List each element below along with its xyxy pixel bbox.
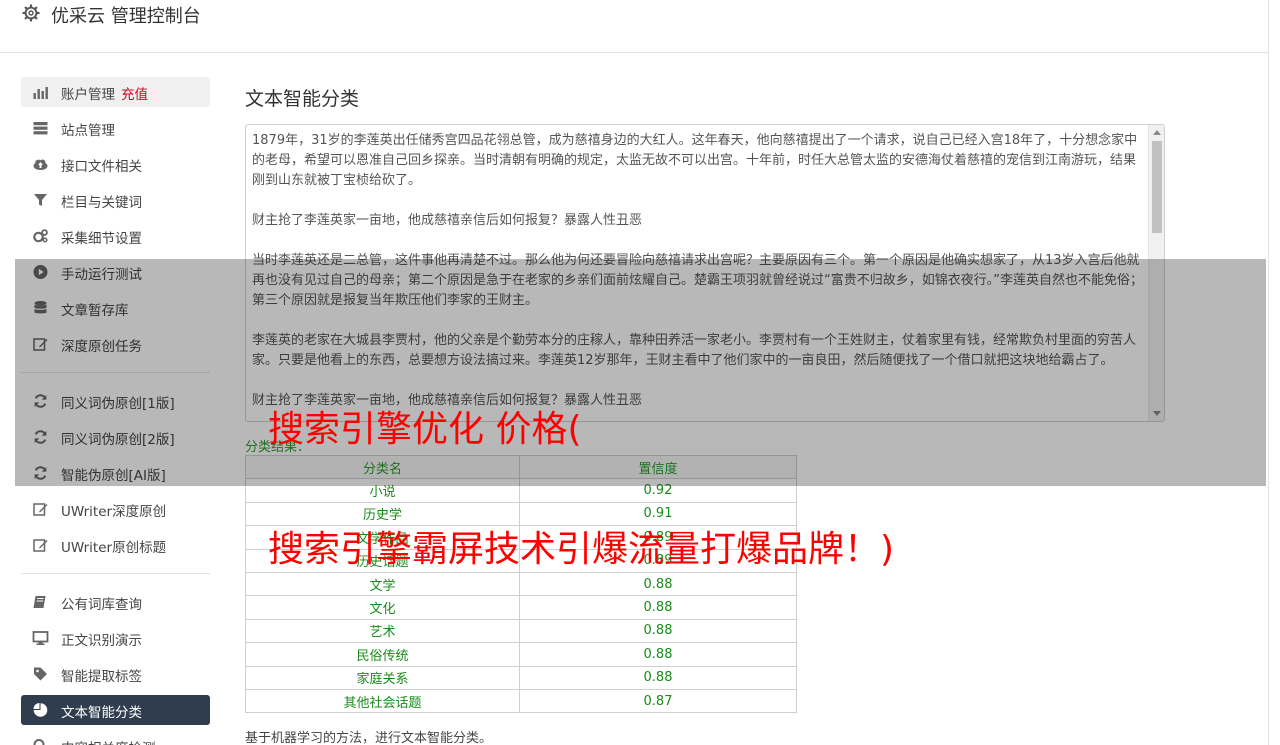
sidebar-item-label: 栏目与关键词 (61, 195, 142, 211)
tag-icon (34, 667, 47, 681)
confidence-cell: 0.88 (519, 595, 797, 620)
method-note: 基于机器学习的方法，进行文本智能分类。 (245, 731, 493, 745)
table-row: 家庭关系 0.88 (245, 665, 797, 690)
edit-icon (33, 503, 48, 516)
category-cell: 其他社会话题 (245, 688, 520, 714)
filter-icon (34, 194, 47, 206)
confidence-cell: 0.88 (519, 665, 797, 690)
page-title: 文本智能分类 (245, 88, 360, 110)
table-row: 艺术 0.88 (245, 618, 797, 644)
table-row: 民俗传统 0.88 (245, 642, 797, 667)
watermark-overlay (15, 259, 1266, 486)
sidebar-item-label: 采集细节设置 (61, 231, 142, 247)
category-cell: 民俗传统 (245, 642, 520, 667)
sidebar-item-text-classify[interactable]: 文本智能分类 (21, 695, 210, 725)
sidebar-item-uwriter-title[interactable]: UWriter原创标题 (21, 530, 210, 560)
sidebar-item-label: 正文识别演示 (61, 633, 142, 649)
server-icon (33, 122, 48, 135)
sidebar-item-account[interactable]: 账户管理 充值 (21, 77, 210, 107)
sidebar-item-tag-extract[interactable]: 智能提取标签 (21, 659, 210, 689)
sidebar-item-label: UWriter深度原创 (61, 504, 167, 520)
monitor-icon (32, 631, 49, 645)
article-paragraph: 1879年，31岁的李莲英出任储秀宫四品花翎总管，成为慈禧身边的大红人。这年春天… (252, 133, 1138, 188)
cogs-icon (33, 229, 48, 243)
recharge-link[interactable]: 充值 (121, 87, 148, 103)
classification-table: 分类名 置信度 小说 0.92 历史学 0.91 文学作品 0.89 历史话题 0.89… (245, 454, 797, 714)
sidebar-item-label: 文本智能分类 (61, 705, 142, 721)
search-icon (33, 739, 45, 745)
edit-icon (33, 539, 48, 552)
top-header: 优采云 管理控制台 (0, 0, 1268, 53)
sidebar-item-collect-settings[interactable]: 采集细节设置 (21, 221, 210, 251)
console-title: 优采云 管理控制台 (51, 6, 201, 27)
confidence-cell: 0.88 (519, 571, 797, 597)
confidence-cell: 0.87 (519, 688, 797, 714)
table-row: 其他社会话题 0.87 (245, 688, 797, 714)
sidebar-item-label: 内容相关度检测 (61, 737, 156, 745)
cloud-upload-icon (33, 159, 48, 170)
table-row: 文化 0.88 (245, 595, 797, 620)
sidebar-item-sites[interactable]: 站点管理 (21, 113, 210, 143)
category-cell: 艺术 (245, 618, 520, 644)
scroll-up-arrow-icon[interactable] (1153, 130, 1161, 135)
table-row: 文学 0.88 (245, 571, 797, 597)
category-cell: 文化 (245, 595, 520, 620)
watermark-text-line1: 搜索引擎优化 价格( (268, 409, 582, 450)
bar-chart-icon (33, 87, 48, 99)
category-cell: 文学 (245, 571, 520, 597)
sidebar-divider (21, 573, 210, 574)
gear-icon (22, 4, 40, 22)
category-cell: 家庭关系 (245, 665, 520, 690)
sidebar-item-text-recognition[interactable]: 正文识别演示 (21, 623, 210, 653)
confidence-cell: 0.88 (519, 642, 797, 667)
sidebar-item-label: 账户管理 (61, 87, 115, 103)
book-icon (33, 596, 46, 608)
watermark-text-line2: 搜索引擎霸屏技术引爆流量打爆品牌！) (268, 529, 895, 570)
sidebar-item-label: 智能提取标签 (61, 669, 142, 685)
sidebar-item-public-lexicon[interactable]: 公有词库查询 (21, 587, 210, 617)
sidebar-item-label: UWriter原创标题 (61, 540, 167, 556)
pie-chart-icon (33, 703, 48, 717)
confidence-cell: 0.88 (519, 618, 797, 644)
article-paragraph: 财主抢了李莲英家一亩地，他成慈禧亲信后如何报复？暴露人性丑恶 (252, 213, 643, 228)
sidebar-item-label: 公有词库查询 (61, 597, 142, 613)
sidebar-item-uwriter-deep[interactable]: UWriter深度原创 (21, 494, 210, 524)
sidebar-item-label: 站点管理 (61, 123, 115, 139)
sidebar-item-interface-files[interactable]: 接口文件相关 (21, 149, 210, 179)
sidebar-item-relevance-check[interactable]: 内容相关度检测 (21, 731, 210, 745)
scrollbar-thumb[interactable] (1152, 141, 1162, 233)
sidebar-item-columns-keywords[interactable]: 栏目与关键词 (21, 185, 210, 215)
sidebar-item-label: 接口文件相关 (61, 159, 142, 175)
page-right-border (1268, 0, 1269, 745)
